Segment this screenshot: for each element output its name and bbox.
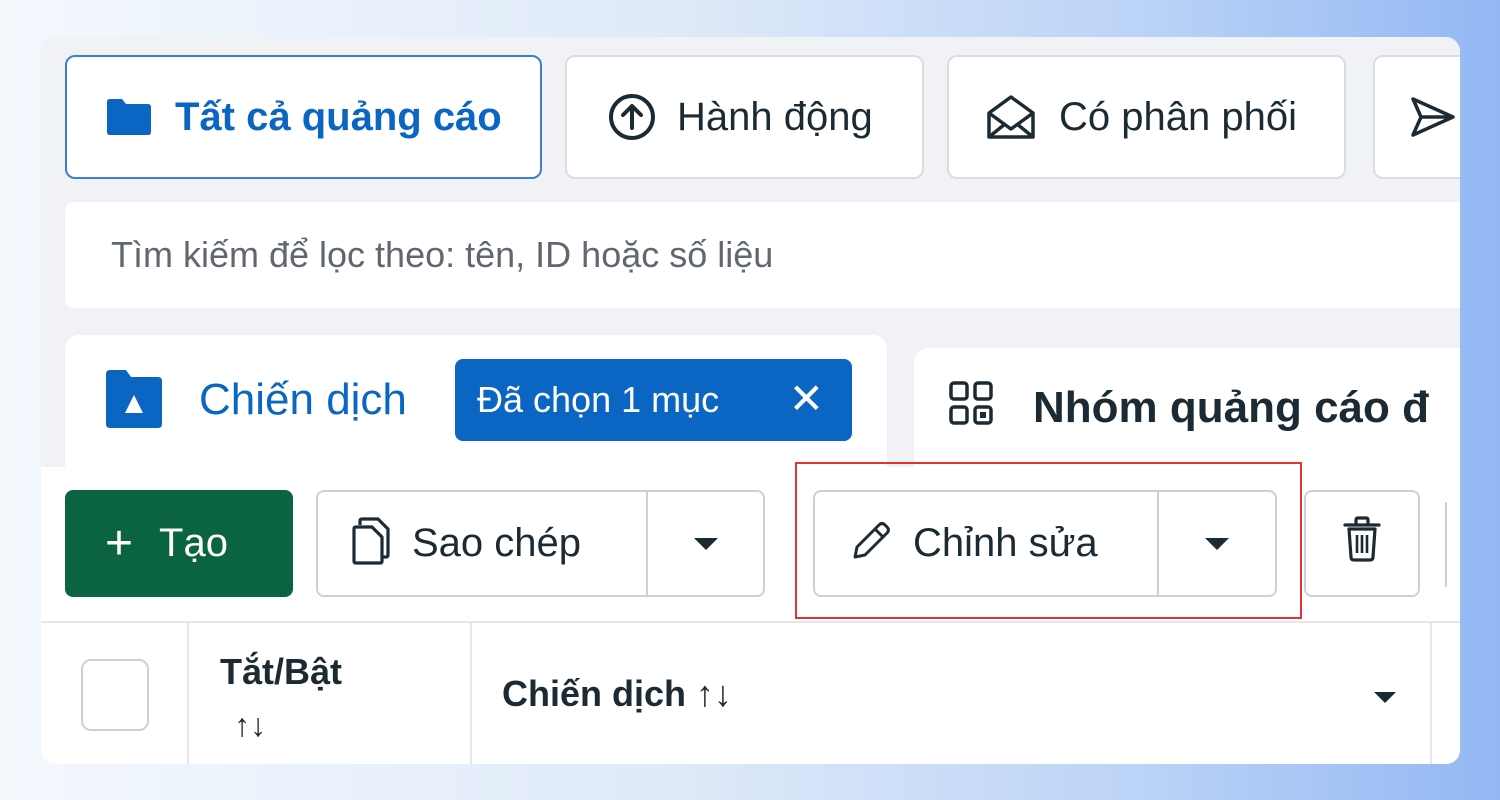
plus-icon: + (105, 516, 134, 570)
create-button[interactable]: + Tạo (65, 490, 293, 597)
tab-campaigns-label: Chiến dịch (199, 375, 407, 424)
ads-manager-panel: Tất cả quảng cáo Hành động Có phân phối (41, 37, 1460, 764)
filter-actions[interactable]: Hành động (565, 55, 924, 179)
copy-icon (350, 517, 392, 570)
column-divider (470, 621, 472, 764)
column-menu-caret-icon[interactable] (1374, 692, 1396, 703)
arrow-up-circle-icon (607, 92, 657, 142)
selected-count-badge: Đã chọn 1 mục ✕ (455, 359, 852, 441)
filter-delivering-label: Có phân phối (1059, 94, 1297, 139)
clear-selection-icon[interactable]: ✕ (789, 375, 824, 423)
search-input[interactable] (109, 233, 1313, 277)
filter-all-ads-label: Tất cả quảng cáo (175, 94, 502, 139)
duplicate-dropdown-button[interactable] (648, 490, 765, 597)
duplicate-button[interactable]: Sao chép (316, 490, 647, 597)
toolbar-divider (1445, 502, 1447, 587)
delete-button[interactable] (1304, 490, 1420, 597)
column-divider (1430, 621, 1432, 764)
campaign-folder-icon (104, 368, 164, 435)
pencil-icon (849, 519, 893, 568)
filter-delivering[interactable]: Có phân phối (947, 55, 1346, 179)
folder-icon (105, 98, 153, 136)
table-header-border (41, 621, 1460, 623)
caret-down-icon (694, 538, 718, 550)
filter-actions-label: Hành động (677, 94, 873, 139)
envelope-open-icon (985, 93, 1037, 141)
column-divider (187, 621, 189, 764)
edit-dropdown-button[interactable] (1159, 490, 1277, 597)
edit-button-label: Chỉnh sửa (913, 521, 1098, 565)
search-bar (65, 202, 1460, 308)
duplicate-button-label: Sao chép (412, 521, 582, 565)
column-campaign-header[interactable]: Chiến dịch ↑↓ (502, 673, 732, 715)
tab-adsets-label: Nhóm quảng cáo đ (1033, 383, 1429, 432)
column-toggle-header[interactable]: Tắt/Bật ↑↓ (220, 651, 342, 744)
create-button-label: Tạo (159, 521, 228, 565)
edit-button[interactable]: Chỉnh sửa (813, 490, 1158, 597)
selected-count-label: Đã chọn 1 mục (477, 379, 720, 420)
column-toggle-label: Tắt/Bật (220, 651, 343, 692)
caret-down-icon (1205, 538, 1229, 550)
send-icon (1409, 95, 1457, 139)
filter-all-ads[interactable]: Tất cả quảng cáo (65, 55, 542, 179)
filter-sent[interactable] (1373, 55, 1460, 179)
grid-icon (948, 380, 994, 431)
sort-icon: ↑↓ (234, 707, 266, 743)
trash-icon (1342, 515, 1382, 572)
select-all-checkbox[interactable] (81, 659, 149, 731)
